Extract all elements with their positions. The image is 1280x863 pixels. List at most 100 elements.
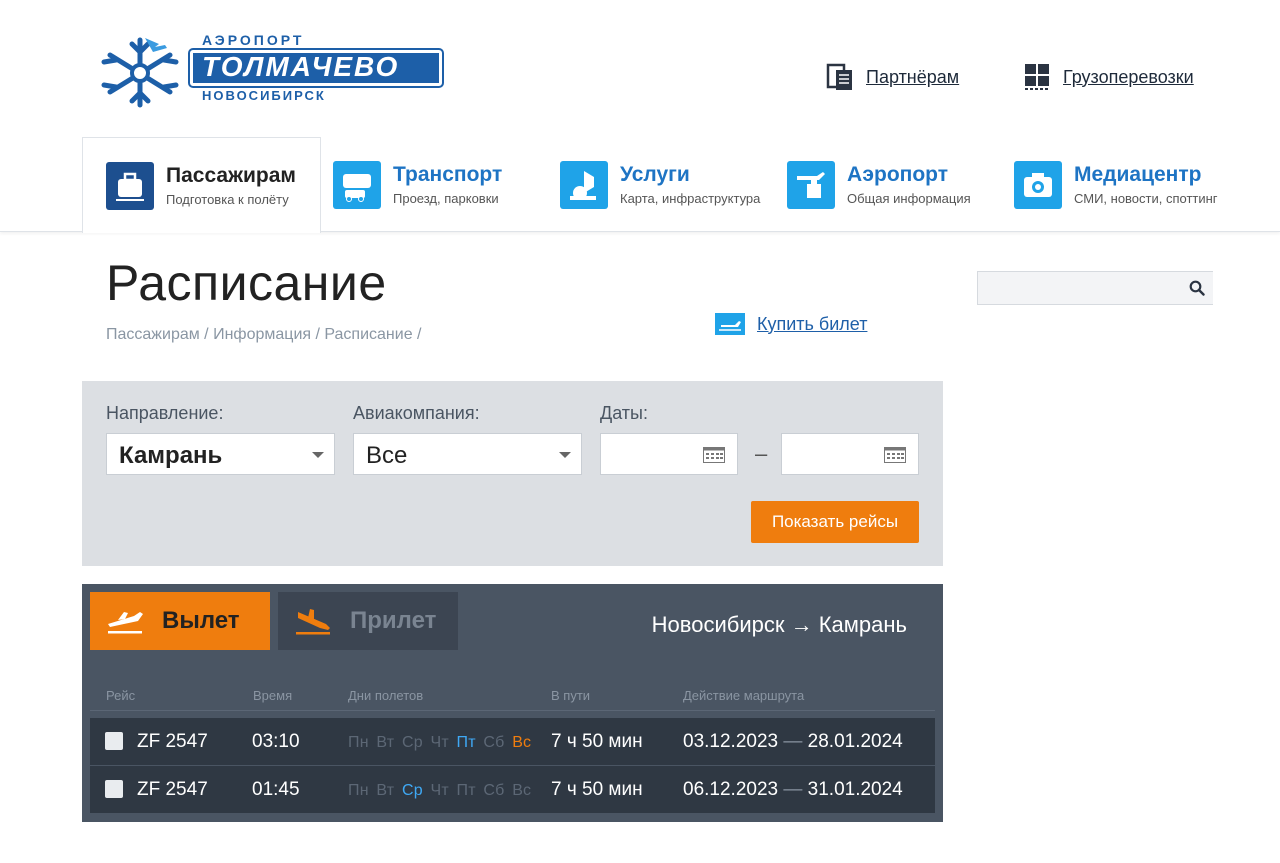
day-tue: Вт (376, 734, 395, 751)
departure-tab[interactable]: Вылет (90, 592, 270, 650)
buy-ticket-group[interactable]: Купить билет (715, 313, 867, 335)
plane-takeoff-icon (108, 612, 143, 634)
transport-icon (333, 160, 381, 209)
cargo-icon (1025, 64, 1050, 90)
main-navigation: Пассажирам Подготовка к полёту Транспорт… (0, 137, 1280, 233)
day-sun: Вс (512, 734, 532, 751)
logo-sub-text: НОВОСИБИРСК (202, 88, 326, 103)
flight-time: 01:45 (252, 779, 300, 800)
table-header-divider (90, 710, 935, 711)
date-range-dash: – (755, 441, 768, 466)
direction-select[interactable]: Камрань (106, 433, 335, 475)
breadcrumb-item-passengers[interactable]: Пассажирам (106, 326, 200, 343)
day-mon: Пн (348, 734, 369, 751)
flight-days: Пн Вт Ср Чт Пт Сб Вс (348, 782, 534, 800)
col-days: Дни полетов (348, 688, 424, 703)
day-fri: Пт (456, 734, 476, 751)
col-validity: Действие маршрута (683, 688, 805, 703)
plane-landing-icon (296, 609, 330, 635)
page-title: Расписание (106, 255, 387, 311)
breadcrumb: Пассажирам / Информация / Расписание / (106, 326, 422, 343)
search-icon[interactable] (1189, 280, 1205, 296)
nav-title-transport: Транспорт (393, 163, 503, 186)
direction-value: Камрань (119, 442, 223, 469)
day-thu: Чт (430, 734, 449, 751)
calendar-icon[interactable] (884, 447, 906, 463)
nav-title-passengers: Пассажирам (166, 164, 296, 187)
buy-ticket-link[interactable]: Купить билет (757, 314, 867, 335)
nav-item-airport[interactable]: Аэропорт Общая информация (787, 137, 971, 232)
range-separator: — (783, 731, 803, 752)
table-row[interactable]: ZF 2547 01:45 Пн Вт Ср Чт Пт Сб Вс 7 ч 5… (90, 766, 935, 813)
calendar-icon[interactable] (703, 447, 725, 463)
flight-number: ZF 2547 (137, 779, 208, 800)
partners-link[interactable]: Партнёрам (866, 67, 959, 88)
day-wed: Ср (401, 782, 423, 799)
cargo-link-group[interactable]: Грузоперевозки (1023, 62, 1194, 92)
services-icon (560, 160, 608, 209)
schedule-filter-panel: Направление: Камрань Авиакомпания: Все Д… (82, 381, 943, 566)
partners-link-group[interactable]: Партнёрам (826, 62, 959, 92)
airline-value: Все (366, 442, 408, 469)
airport-icon (787, 160, 835, 209)
arrival-tab[interactable]: Прилет (278, 592, 458, 650)
logo-top-text: АЭРОПОРТ (202, 32, 305, 48)
day-sun: Вс (512, 782, 532, 799)
direction-label: Направление: (106, 403, 224, 423)
airport-logo[interactable]: АЭРОПОРТ ТОЛМАЧЕВО НОВОСИБИРСК (90, 30, 450, 112)
nav-item-services[interactable]: Услуги Карта, инфраструктура (560, 137, 760, 232)
day-thu: Чт (430, 782, 449, 799)
breadcrumb-item-info[interactable]: Информация (213, 326, 311, 343)
flight-duration: 7 ч 50 мин (551, 779, 643, 800)
date-from-field[interactable] (600, 433, 738, 475)
day-sat: Сб (483, 782, 505, 799)
suitcase-icon (106, 161, 154, 210)
chevron-down-icon (559, 452, 571, 458)
nav-title-media: Медиацентр (1074, 163, 1202, 186)
row-checkbox[interactable] (105, 780, 123, 798)
row-checkbox[interactable] (105, 732, 123, 750)
nav-item-transport[interactable]: Транспорт Проезд, парковки (333, 137, 502, 232)
ticket-icon (715, 313, 745, 335)
site-search (977, 271, 1213, 305)
cargo-link[interactable]: Грузоперевозки (1063, 67, 1194, 88)
airline-select[interactable]: Все (353, 433, 582, 475)
col-time: Время (253, 688, 293, 703)
nav-title-airport: Аэропорт (847, 163, 949, 186)
airline-label: Авиакомпания: (353, 403, 480, 423)
search-input[interactable] (978, 272, 1178, 304)
valid-from: 03.12.2023 (683, 731, 779, 752)
flight-time: 03:10 (252, 731, 300, 752)
partners-icon (826, 63, 852, 90)
valid-to: 28.01.2024 (807, 731, 903, 752)
nav-subtitle-airport: Общая информация (847, 191, 971, 206)
nav-item-passengers[interactable]: Пассажирам Подготовка к полёту (82, 137, 321, 233)
snowflake-plane-icon (101, 37, 179, 108)
day-wed: Ср (401, 734, 423, 751)
table-row[interactable]: ZF 2547 03:10 Пн Вт Ср Чт Пт Сб Вс 7 ч 5… (90, 718, 935, 765)
day-fri: Пт (456, 782, 476, 799)
arrival-tab-label: Прилет (350, 607, 437, 634)
range-separator: — (783, 779, 803, 800)
nav-title-services: Услуги (620, 163, 690, 186)
dates-label: Даты: (600, 403, 648, 423)
flight-validity: 03.12.2023 — 28.01.2024 (683, 731, 903, 753)
date-to-field[interactable] (781, 433, 919, 475)
nav-subtitle-media: СМИ, новости, споттинг (1074, 191, 1218, 206)
flight-duration: 7 ч 50 мин (551, 731, 643, 752)
day-mon: Пн (348, 782, 369, 799)
show-flights-button[interactable]: Показать рейсы (751, 501, 919, 543)
col-duration: В пути (551, 688, 591, 703)
valid-from: 06.12.2023 (683, 779, 779, 800)
nav-subtitle-passengers: Подготовка к полёту (166, 192, 289, 207)
col-flight: Рейс (106, 688, 136, 703)
breadcrumb-item-schedule[interactable]: Расписание (324, 326, 412, 343)
flight-days: Пн Вт Ср Чт Пт Сб Вс (348, 734, 534, 752)
nav-subtitle-services: Карта, инфраструктура (620, 191, 761, 206)
camera-icon (1014, 160, 1062, 209)
flight-validity: 06.12.2023 — 31.01.2024 (683, 779, 903, 801)
flights-panel: Вылет Прилет Новосибирск → Камрань Рейс … (82, 584, 943, 822)
logo-main-text: ТОЛМАЧЕВО (202, 51, 400, 82)
nav-item-media[interactable]: Медиацентр СМИ, новости, споттинг (1014, 137, 1218, 232)
day-sat: Сб (483, 734, 505, 751)
